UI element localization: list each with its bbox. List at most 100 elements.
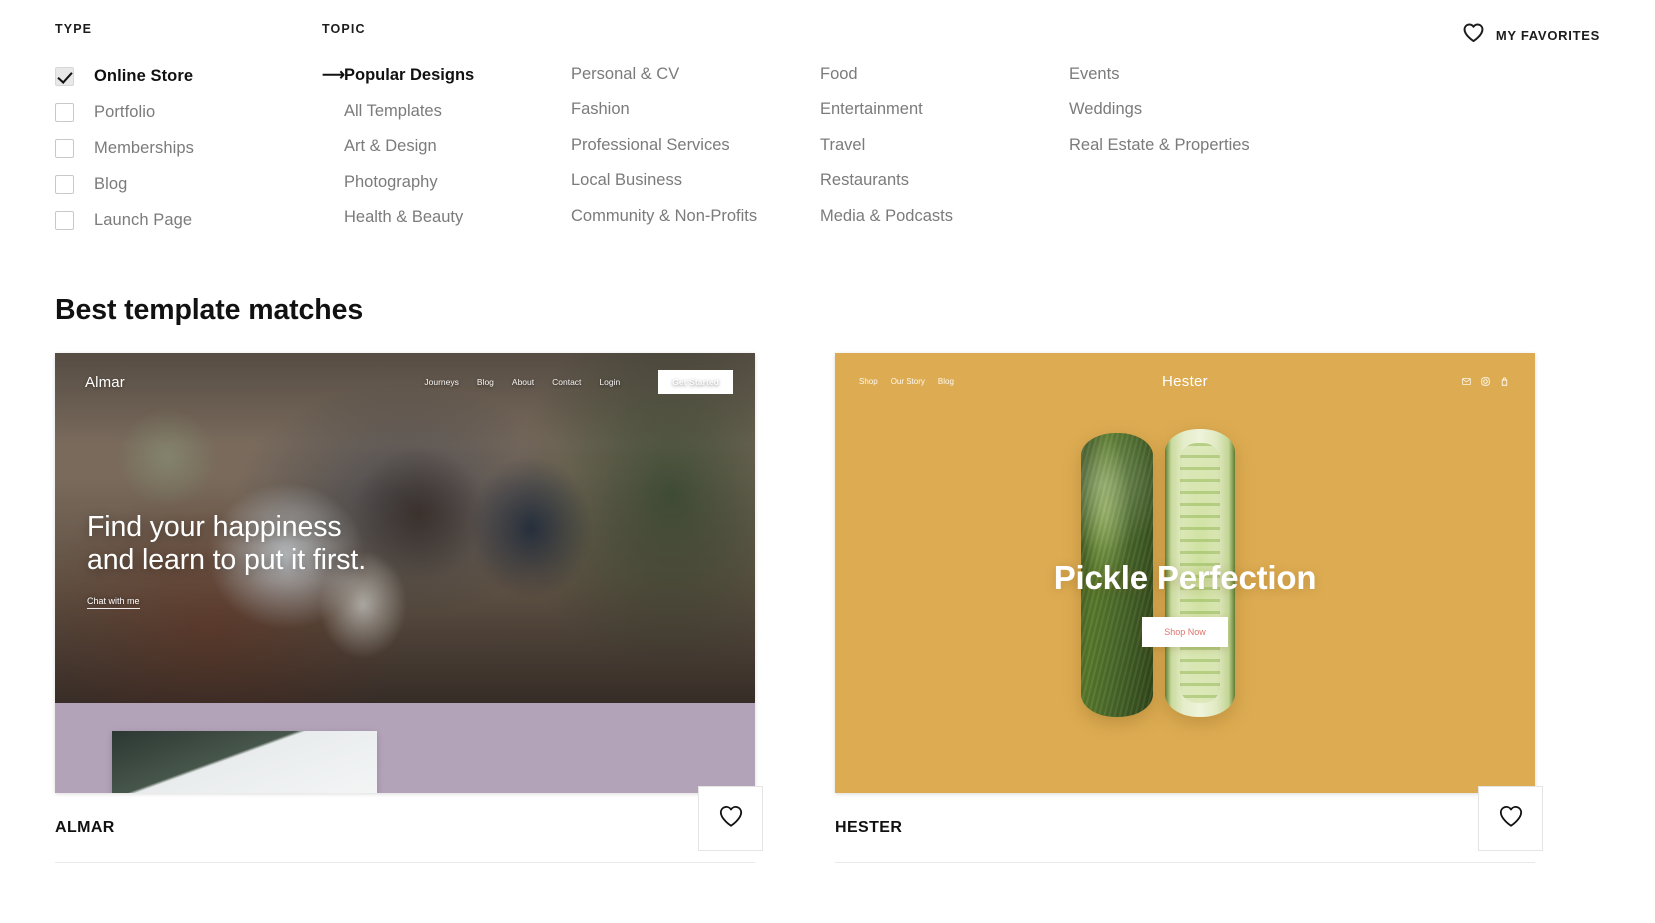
- topic-item-health-beauty[interactable]: Health & Beauty: [322, 200, 571, 236]
- filter-bar: TYPE Online Store Portfolio Memberships …: [0, 0, 1655, 238]
- topic-item-art-design[interactable]: Art & Design: [322, 129, 571, 165]
- topic-item-professional-services[interactable]: Professional Services: [571, 128, 820, 164]
- topic-item-label: Events: [1069, 64, 1120, 83]
- type-option-label: Portfolio: [94, 102, 156, 121]
- topic-column-1: TOPIC ⟶ Popular Designs All Templates Ar…: [322, 22, 571, 236]
- template-grid: Almar Journeys Blog About Contact Login …: [0, 327, 1655, 863]
- topic-item-label: Popular Designs: [344, 66, 475, 85]
- type-option-label: Blog: [94, 174, 128, 193]
- type-option-launch-page[interactable]: Launch Page: [55, 202, 322, 238]
- template-card-almar[interactable]: Almar Journeys Blog About Contact Login …: [55, 353, 763, 863]
- topic-item-label: Restaurants: [820, 171, 909, 190]
- my-favorites-label: MY FAVORITES: [1495, 27, 1600, 43]
- almar-band-thumbnail: [112, 731, 377, 793]
- my-favorites-button[interactable]: MY FAVORITES: [1462, 22, 1600, 48]
- page-title: Best template matches: [55, 294, 364, 326]
- heart-outline-icon: [1462, 22, 1485, 48]
- checkbox-launch-page[interactable]: [55, 210, 74, 230]
- topic-item-label: Health & Beauty: [344, 208, 464, 227]
- topic-item-label: Professional Services: [571, 135, 730, 154]
- topic-item-community-non-profits[interactable]: Community & Non-Profits: [571, 199, 820, 235]
- topic-item-label: Entertainment: [820, 100, 923, 119]
- almar-nav-blog: Blog: [476, 377, 494, 387]
- column-spacer: [820, 22, 1069, 35]
- topic-item-label: Art & Design: [344, 137, 437, 156]
- almar-get-started-button: Get Started: [658, 370, 733, 394]
- hester-hero-copy: Pickle Perfection Shop Now: [835, 559, 1535, 647]
- favorite-button-almar[interactable]: [698, 786, 763, 851]
- checkbox-portfolio[interactable]: [55, 102, 74, 122]
- hester-nav-our-story: Our Story: [890, 376, 925, 386]
- topic-column-3: Food Entertainment Travel Restaurants Me…: [820, 22, 1069, 236]
- almar-headline: Find your happiness and learn to put it …: [87, 511, 367, 577]
- topic-item-label: Travel: [820, 135, 866, 154]
- column-spacer: [1069, 22, 1329, 35]
- template-preview-hester[interactable]: Shop Our Story Blog Hester Pickle Perfec…: [835, 353, 1535, 793]
- instagram-icon: [1481, 376, 1490, 386]
- topic-column-2: Personal & CV Fashion Professional Servi…: [571, 22, 820, 236]
- almar-logo: Almar: [85, 373, 125, 391]
- topic-item-label: Local Business: [571, 171, 682, 190]
- type-option-label: Memberships: [94, 138, 194, 157]
- arrow-right-icon: ⟶: [322, 66, 345, 84]
- template-card-hester[interactable]: Shop Our Story Blog Hester Pickle Perfec…: [835, 353, 1543, 863]
- topic-item-food[interactable]: Food: [820, 57, 1069, 93]
- almar-nav-about: About: [511, 377, 535, 387]
- heart-outline-icon: [718, 804, 744, 833]
- topic-item-personal-cv[interactable]: Personal & CV: [571, 57, 820, 93]
- type-group-label: TYPE: [55, 22, 93, 36]
- almar-hero-copy: Find your happiness and learn to put it …: [87, 511, 366, 609]
- topic-item-label: Media & Podcasts: [820, 206, 953, 225]
- hester-nav-links: Shop Our Story Blog: [859, 377, 954, 386]
- topic-item-fashion[interactable]: Fashion: [571, 92, 820, 128]
- type-option-memberships[interactable]: Memberships: [55, 130, 322, 166]
- template-name-almar: ALMAR: [55, 818, 115, 836]
- topic-item-local-business[interactable]: Local Business: [571, 163, 820, 199]
- type-option-blog[interactable]: Blog: [55, 166, 322, 202]
- almar-nav-login: Login: [599, 377, 621, 387]
- almar-lower-band: [55, 703, 755, 793]
- hester-headline: Pickle Perfection: [1053, 559, 1317, 596]
- topic-item-photography[interactable]: Photography: [322, 165, 571, 201]
- template-card-footer: HESTER: [835, 786, 1543, 863]
- topic-column-4: Events Weddings Real Estate & Properties: [1069, 22, 1329, 236]
- topic-item-popular-designs[interactable]: ⟶ Popular Designs: [322, 58, 571, 94]
- topic-item-all-templates[interactable]: All Templates: [322, 94, 571, 130]
- almar-nav-contact: Contact: [552, 377, 582, 387]
- almar-chat-link: Chat with me: [87, 596, 140, 609]
- topic-item-label: Weddings: [1069, 100, 1143, 119]
- type-filter-column: TYPE Online Store Portfolio Memberships …: [55, 22, 322, 238]
- checkbox-memberships[interactable]: [55, 138, 74, 158]
- topic-item-travel[interactable]: Travel: [820, 128, 1069, 164]
- checkbox-blog[interactable]: [55, 174, 74, 194]
- topic-item-label: Food: [820, 64, 858, 83]
- column-spacer: [571, 22, 820, 35]
- almar-site-nav: Almar Journeys Blog About Contact Login …: [55, 353, 755, 411]
- topic-item-media-podcasts[interactable]: Media & Podcasts: [820, 199, 1069, 235]
- almar-nav-links: Journeys Blog About Contact Login Get St…: [424, 370, 733, 394]
- hester-nav-blog: Blog: [937, 376, 954, 386]
- topic-item-restaurants[interactable]: Restaurants: [820, 163, 1069, 199]
- template-name-hester: HESTER: [835, 818, 903, 836]
- topic-item-label: Photography: [344, 172, 438, 191]
- template-preview-almar[interactable]: Almar Journeys Blog About Contact Login …: [55, 353, 755, 793]
- topic-item-weddings[interactable]: Weddings: [1069, 92, 1329, 128]
- topic-item-entertainment[interactable]: Entertainment: [820, 92, 1069, 128]
- type-option-portfolio[interactable]: Portfolio: [55, 94, 322, 130]
- checkbox-online-store[interactable]: [55, 66, 74, 86]
- template-card-footer: ALMAR: [55, 786, 763, 863]
- mail-icon: [1462, 377, 1471, 385]
- hester-site-nav: Shop Our Story Blog Hester: [835, 353, 1535, 409]
- hester-shop-now-button: Shop Now: [1142, 617, 1228, 647]
- template-browser-page: TYPE Online Store Portfolio Memberships …: [0, 0, 1655, 923]
- topic-item-events[interactable]: Events: [1069, 57, 1329, 93]
- hester-nav-icons: [1462, 376, 1509, 386]
- hester-nav-shop: Shop: [859, 376, 878, 386]
- type-option-label: Online Store: [94, 66, 194, 85]
- topic-item-label: Real Estate & Properties: [1069, 135, 1250, 154]
- almar-nav-journeys: Journeys: [424, 377, 459, 387]
- topic-item-real-estate-properties[interactable]: Real Estate & Properties: [1069, 128, 1329, 164]
- type-option-online-store[interactable]: Online Store: [55, 58, 322, 94]
- favorite-button-hester[interactable]: [1478, 786, 1543, 851]
- topic-filter-columns: TOPIC ⟶ Popular Designs All Templates Ar…: [322, 22, 1600, 236]
